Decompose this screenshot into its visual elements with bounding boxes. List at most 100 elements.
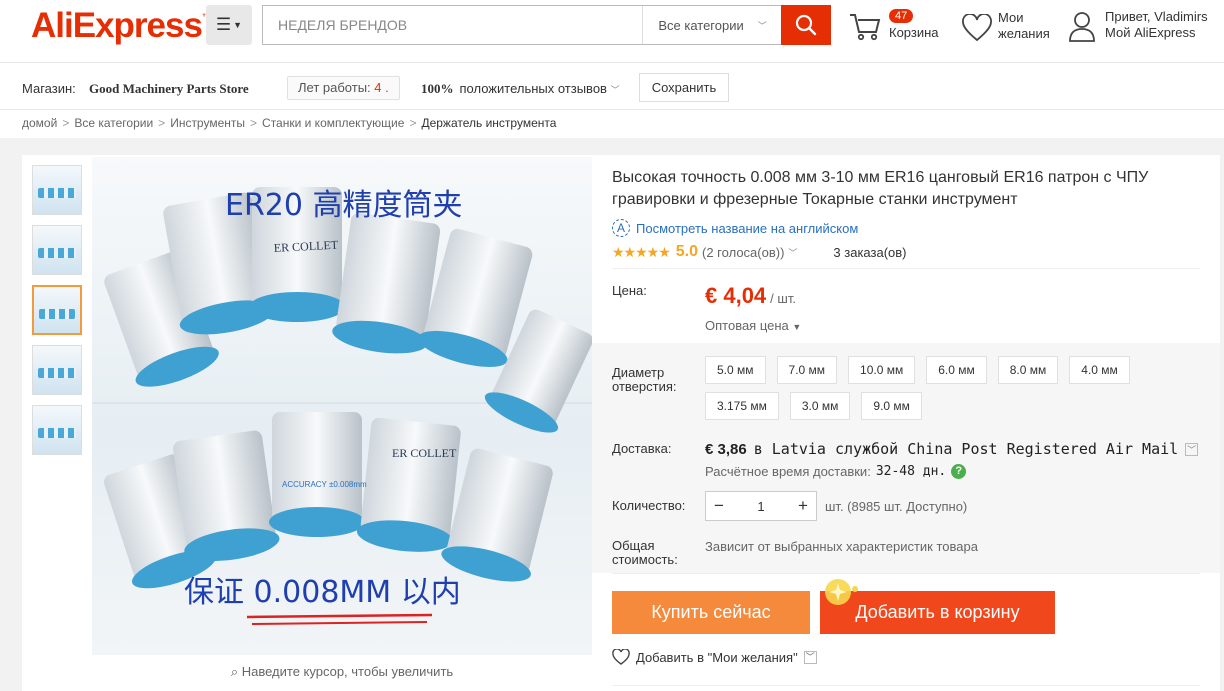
category-menu-button[interactable]: ☰ ▼ (206, 5, 252, 45)
search-bar: Все категории ﹀ (262, 5, 831, 45)
option-6mm[interactable]: 6.0 мм (926, 356, 987, 384)
product-info-panel: Высокая точность 0.008 мм 3-10 мм ER16 ц… (592, 155, 1220, 691)
thumbnail-list (32, 165, 84, 465)
account-menu[interactable]: Привет, Vladimirs Мой AliExpress (1068, 8, 1224, 48)
option-8mm[interactable]: 8.0 мм (997, 356, 1059, 384)
positive-label: положительных отзывов (459, 81, 607, 96)
search-button[interactable] (781, 5, 831, 45)
option-7mm[interactable]: 7.0 мм (776, 356, 838, 384)
save-store-button[interactable]: Сохранить (639, 73, 729, 102)
divider (612, 573, 1200, 574)
sparkle-icon (825, 579, 858, 605)
breadcrumb: домой > Все категории > Инструменты > Станки и… (22, 116, 557, 130)
greeting-text: Привет, Vladimirs (1105, 9, 1208, 24)
years-value: 4 . (374, 80, 389, 95)
chevron-down-icon: ﹀ (610, 85, 620, 95)
diameter-options: 5.0 мм 7.0 мм 10.0 мм 6.0 мм 8.0 мм 4.0 … (705, 356, 1145, 420)
total-label-line1: Общая (612, 538, 655, 553)
chevron-down-icon[interactable]: ﹀ (788, 246, 797, 259)
divider (612, 685, 1200, 686)
thumbnail-3[interactable] (32, 285, 82, 335)
aliexpress-logo[interactable]: AliExpress™ (31, 6, 211, 46)
votes-count[interactable]: (2 голоса(ов)) (702, 245, 784, 260)
wholesale-price-toggle[interactable]: Оптовая цена ▼ (705, 318, 801, 333)
option-10mm[interactable]: 10.0 мм (848, 356, 916, 384)
caret-down-icon: ▼ (792, 322, 802, 332)
star-rating-icon: ★★★★★ (612, 243, 671, 260)
add-wishlist-text: Добавить в "Мои желания" (636, 649, 798, 665)
cart-label: Корзина (889, 25, 939, 40)
add-to-wishlist-link[interactable]: Добавить в "Мои желания" ﹀ (612, 649, 817, 665)
product-title: Высокая точность 0.008 мм 3-10 мм ER16 ц… (612, 169, 1149, 208)
store-label: Магазин: (22, 81, 76, 96)
translate-title-link[interactable]: A Посмотреть название на английском (612, 219, 858, 237)
quantity-input[interactable] (732, 492, 790, 520)
breadcrumb-current[interactable]: Держатель инструмента (421, 116, 556, 130)
positive-feedback[interactable]: 100% положительных отзывов ﹀ (421, 81, 620, 97)
shipping-method: в Latvia службой China Post Registered A… (753, 440, 1179, 458)
product-gallery: ER COLLET ER COLLET ACCURACY ±0.008mm ER… (22, 155, 592, 691)
option-9mm[interactable]: 9.0 мм (861, 392, 922, 420)
wishlist-label-line1: Мои (998, 10, 1024, 25)
red-underline (246, 613, 433, 619)
dropdown-arrow-icon: ▼ (233, 20, 243, 30)
user-icon (1069, 12, 1095, 42)
hole-label-line1: Диаметр (612, 365, 665, 380)
thumbnail-5[interactable] (32, 405, 82, 455)
category-select[interactable]: Все категории ﹀ (642, 6, 781, 44)
cart-icon (850, 14, 881, 41)
thumbnail-4[interactable] (32, 345, 82, 395)
help-icon[interactable]: ? (951, 464, 967, 479)
option-5mm[interactable]: 5.0 мм (705, 356, 766, 384)
hole-label-line2: отверстия: (612, 379, 677, 394)
rating-row: ★★★★★ 5.0 (2 голоса(ов)) ﹀ 3 заказа(ов) (612, 243, 907, 261)
wishlist-link[interactable]: Мои желания (962, 8, 1062, 48)
shipping-selector[interactable]: € 3,86 в Latvia службой China Post Regis… (705, 440, 1199, 458)
quantity-stepper: − + (705, 491, 817, 521)
divider (612, 268, 1200, 269)
rating-score: 5.0 (675, 243, 699, 260)
cart-link[interactable]: 47 Корзина (849, 8, 949, 48)
total-cost-text: Зависит от выбранных характеристик товар… (705, 539, 978, 554)
thumbnail-2[interactable] (32, 225, 82, 275)
price-value: € 4,04 (705, 283, 767, 308)
positive-percent: 100% (421, 81, 454, 96)
heart-icon (962, 14, 992, 42)
hamburger-icon: ☰ (215, 15, 232, 34)
shipping-price: € 3,86 (705, 440, 747, 458)
category-select-label: Все категории (658, 17, 744, 33)
top-header: AliExpress™ ☰▼ Все категории ﹀ 47 Корзин… (0, 0, 1224, 62)
price: € 4,04/ шт. (705, 283, 796, 309)
years-label: Лет работы: (298, 80, 371, 95)
option-3-175mm[interactable]: 3.175 мм (705, 392, 779, 420)
hole-diameter-label: Диаметр отверстия: (612, 366, 677, 394)
breadcrumb-machines[interactable]: Станки и комплектующие (262, 116, 404, 130)
translate-link-text: Посмотреть название на английском (636, 220, 859, 236)
chevron-down-icon[interactable]: ﹀ (803, 650, 817, 664)
delivery-days: 32-48 дн. (875, 464, 947, 479)
increase-quantity-button[interactable]: + (790, 492, 816, 520)
my-aliexpress-link[interactable]: Мой AliExpress (1105, 25, 1208, 41)
total-label-line2: стоимость: (612, 552, 678, 567)
thumbnail-1[interactable] (32, 165, 82, 215)
main-product-image[interactable]: ER COLLET ER COLLET ACCURACY ±0.008mm ER… (92, 157, 592, 655)
decrease-quantity-button[interactable]: − (706, 492, 732, 520)
breadcrumb-all-categories[interactable]: Все категории (74, 116, 153, 130)
store-name-link[interactable]: Good Machinery Parts Store (89, 81, 249, 97)
wishlist-label-line2: желания (998, 26, 1050, 41)
option-3mm[interactable]: 3.0 мм (789, 392, 851, 420)
magnifier-icon: ⌕ (230, 664, 239, 679)
accuracy-label: ACCURACY ±0.008mm (282, 480, 367, 489)
quantity-label: Количество: (612, 498, 686, 513)
image-bottom-caption: 保证 0.008MM 以内 (184, 575, 461, 610)
breadcrumb-home[interactable]: домой (22, 116, 57, 130)
buy-now-button[interactable]: Купить сейчас (612, 591, 810, 634)
search-input[interactable] (263, 6, 643, 44)
delivery-time: Расчётное время доставки: 32-48 дн. ? (705, 464, 967, 479)
orders-count: 3 заказа(ов) (833, 244, 907, 260)
option-4mm[interactable]: 4.0 мм (1069, 356, 1130, 384)
shipping-label: Доставка: (612, 441, 672, 456)
chevron-down-icon[interactable]: ﹀ (1185, 442, 1199, 456)
store-bar: Магазин: Good Machinery Parts Store Лет … (0, 62, 1224, 110)
breadcrumb-tools[interactable]: Инструменты (170, 116, 245, 130)
